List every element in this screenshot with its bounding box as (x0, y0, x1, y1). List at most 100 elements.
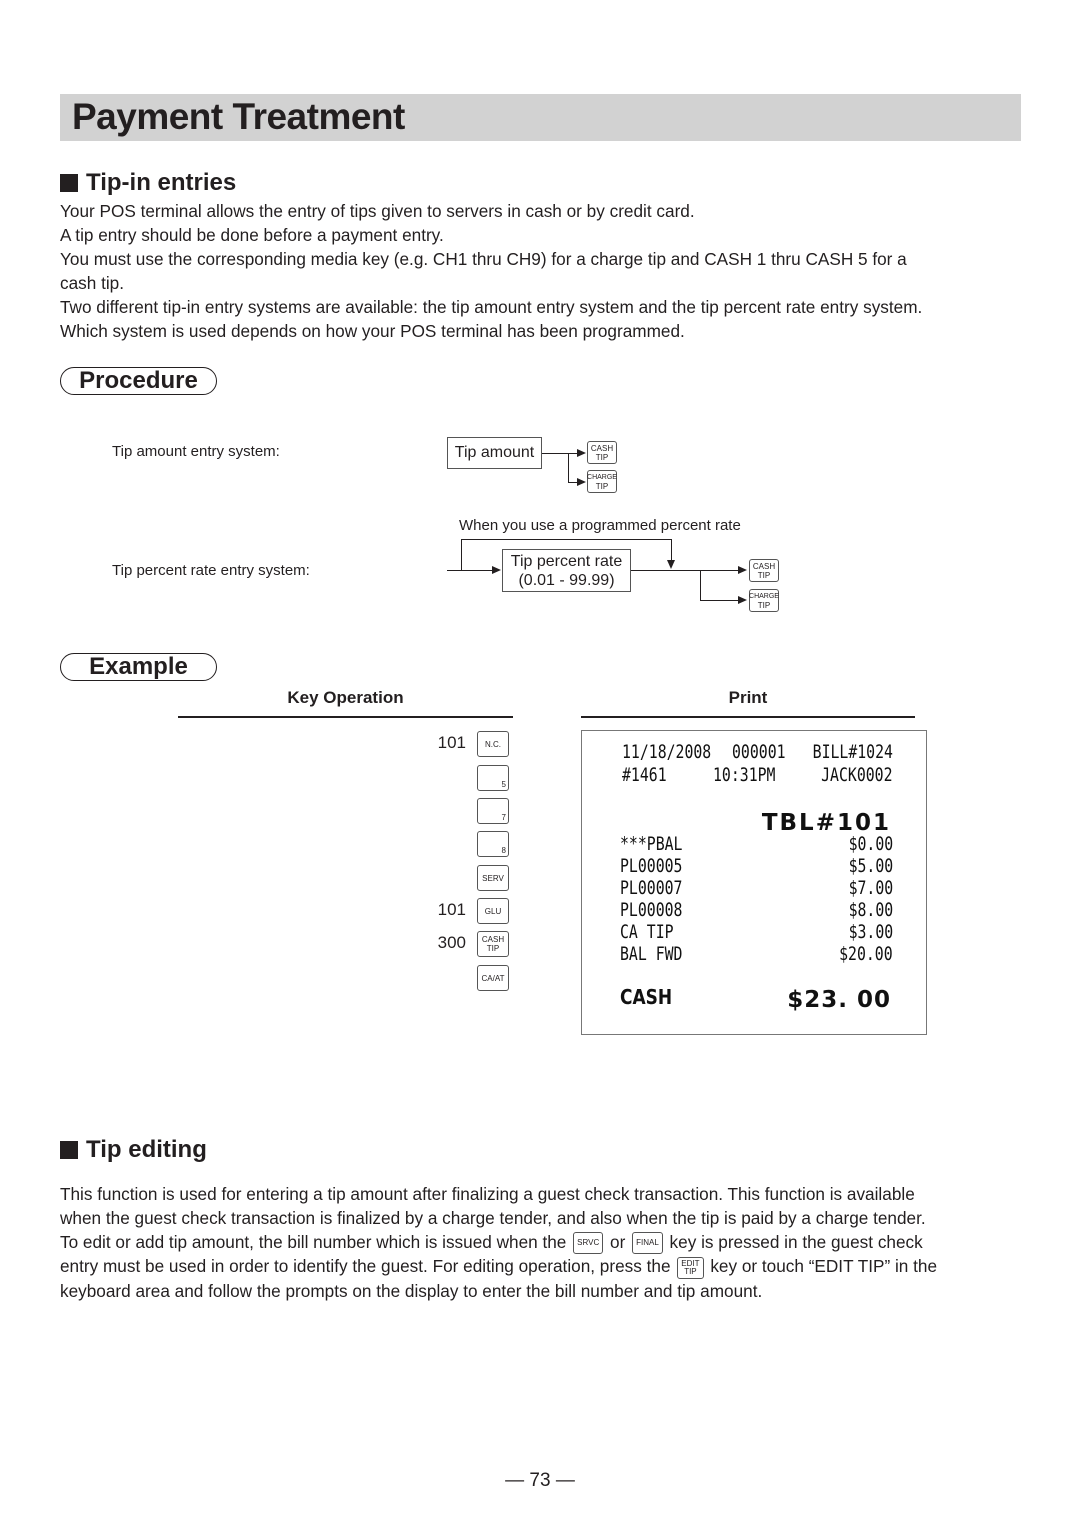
key-operation-header: Key Operation (287, 688, 404, 707)
key-label: TIP (684, 1266, 697, 1276)
connector-line (461, 539, 672, 540)
example-label-text: Example (89, 653, 188, 680)
srvc-key: SRVC (573, 1232, 604, 1255)
tip-percent-rate-box: Tip percent rate (0.01 - 99.99) (502, 549, 631, 592)
register-key: 7 (477, 798, 509, 824)
receipt-line-amount: $20.00 (839, 943, 893, 965)
key-operation-row: CA/AT (420, 965, 515, 993)
key-operation-row: 101 N.C. (420, 731, 515, 759)
page-number: — 73 — (0, 1470, 1080, 1492)
text-span: entry must be used in order to identify … (60, 1256, 671, 1277)
box-line: (0.01 - 99.99) (518, 572, 615, 589)
receipt-line-label: PL00007 (620, 877, 683, 899)
final-key: FINAL (632, 1232, 663, 1255)
connector-line (542, 453, 578, 454)
connector-line (700, 600, 739, 601)
arrow-right-icon (738, 566, 747, 574)
receipt-clerk: JACK0002 (821, 764, 893, 786)
arrow-right-icon (577, 449, 586, 457)
arrow-right-icon (738, 596, 747, 604)
procedure-label: Procedure (60, 367, 217, 395)
key-label: 7 (501, 813, 506, 822)
key-operation-row: 5 (420, 765, 515, 793)
arrow-right-icon (492, 566, 501, 574)
key-label: TIP (757, 570, 771, 580)
paragraph-line: entry must be used in order to identify … (60, 1254, 1040, 1279)
connector-line (671, 539, 672, 561)
receipt-line-label: BAL FWD (620, 943, 683, 965)
section-heading-text: Tip-in entries (86, 169, 237, 196)
key-label: CHARGE (749, 592, 779, 600)
receipt-date: 11/18/2008 (622, 741, 712, 763)
square-bullet-icon (60, 1141, 78, 1159)
charge-tip-key: CHARGE TIP (587, 470, 617, 493)
connector-line (700, 570, 701, 600)
page-title-bar: Payment Treatment (60, 94, 1021, 141)
charge-tip-key: CHARGE TIP (749, 589, 779, 612)
receipt-total-label: CASH (620, 985, 673, 1009)
arrow-right-icon (577, 478, 586, 486)
receipt-print: 11/18/2008 000001 BILL#1024 #1461 10:31P… (581, 730, 927, 1035)
section-heading-text: Tip editing (86, 1136, 207, 1163)
register-key: SERV (477, 865, 509, 891)
register-key: 5 (477, 765, 509, 791)
key-label: GLU (484, 906, 502, 916)
paragraph-line: This function is used for entering a tip… (60, 1184, 915, 1204)
key-operation-row: 8 (420, 831, 515, 859)
amount-system-label: Tip amount entry system: (112, 443, 280, 460)
key-label: 8 (501, 846, 506, 855)
key-operation-row: 7 (420, 798, 515, 826)
receipt-line-amount: $3.00 (848, 921, 893, 943)
arrow-down-icon (667, 560, 675, 569)
receipt-consecutive-number: 000001 (732, 741, 786, 763)
section-heading-tip-editing: Tip editing (60, 1136, 207, 1164)
paragraph-line: To edit or add tip amount, the bill numb… (60, 1230, 1040, 1255)
entry-number: 300 (437, 933, 466, 952)
receipt-line-amount: $7.00 (848, 877, 893, 899)
receipt-number: #1461 (622, 764, 667, 786)
key-label: SERV (482, 873, 504, 883)
tip-in-description: Your POS terminal allows the entry of ti… (60, 199, 1030, 343)
paragraph-line: cash tip. (60, 273, 125, 293)
cash-tip-key: CASH TIP (749, 559, 779, 582)
receipt-line-amount: $0.00 (848, 833, 893, 855)
register-key: GLU (477, 898, 509, 924)
receipt-line-label: ***PBAL (620, 833, 683, 855)
paragraph-line: You must use the corresponding media key… (60, 249, 907, 269)
key-label: 5 (501, 780, 506, 789)
register-key: 8 (477, 831, 509, 857)
entry-number: 101 (437, 733, 466, 752)
key-label: TIP (757, 600, 771, 610)
key-label: TIP (595, 452, 609, 462)
paragraph-line: Two different tip-in entry systems are a… (60, 297, 923, 317)
receipt-bill-number: BILL#1024 (812, 741, 893, 763)
register-key: CA/AT (477, 965, 509, 991)
box-line: Tip percent rate (510, 553, 623, 570)
percent-system-label: Tip percent rate entry system: (112, 562, 310, 579)
key-label: CASH (481, 935, 505, 944)
example-label: Example (60, 653, 217, 681)
text-span: key is pressed in the guest check (669, 1232, 923, 1252)
section-heading-tip-in: Tip-in entries (60, 169, 236, 197)
key-label: CHARGE (587, 473, 617, 481)
paragraph-line: when the guest check transaction is fina… (60, 1208, 926, 1228)
key-label: CA/AT (481, 973, 505, 983)
connector-line (447, 570, 492, 571)
paragraph-line: A tip entry should be done before a paym… (60, 225, 444, 245)
receipt-line-label: PL00005 (620, 855, 683, 877)
percent-rate-note: When you use a programmed percent rate (459, 517, 741, 534)
key-label: N.C. (485, 739, 501, 749)
receipt-line-label: PL00008 (620, 899, 683, 921)
key-operation-row: SERV (420, 865, 515, 893)
connector-line (631, 570, 739, 571)
connector-line (461, 539, 462, 570)
receipt-line-amount: $8.00 (848, 899, 893, 921)
text-span: To edit or add tip amount, the bill numb… (60, 1232, 567, 1252)
dash-icon: — (505, 1470, 530, 1491)
procedure-label-text: Procedure (79, 367, 198, 394)
receipt-time: 10:31PM (713, 764, 776, 786)
header-rule (178, 716, 513, 718)
key-operation-row: 101 GLU (420, 898, 515, 926)
page-number-text: 73 (529, 1470, 551, 1491)
tip-editing-description: This function is used for entering a tip… (60, 1182, 1040, 1303)
